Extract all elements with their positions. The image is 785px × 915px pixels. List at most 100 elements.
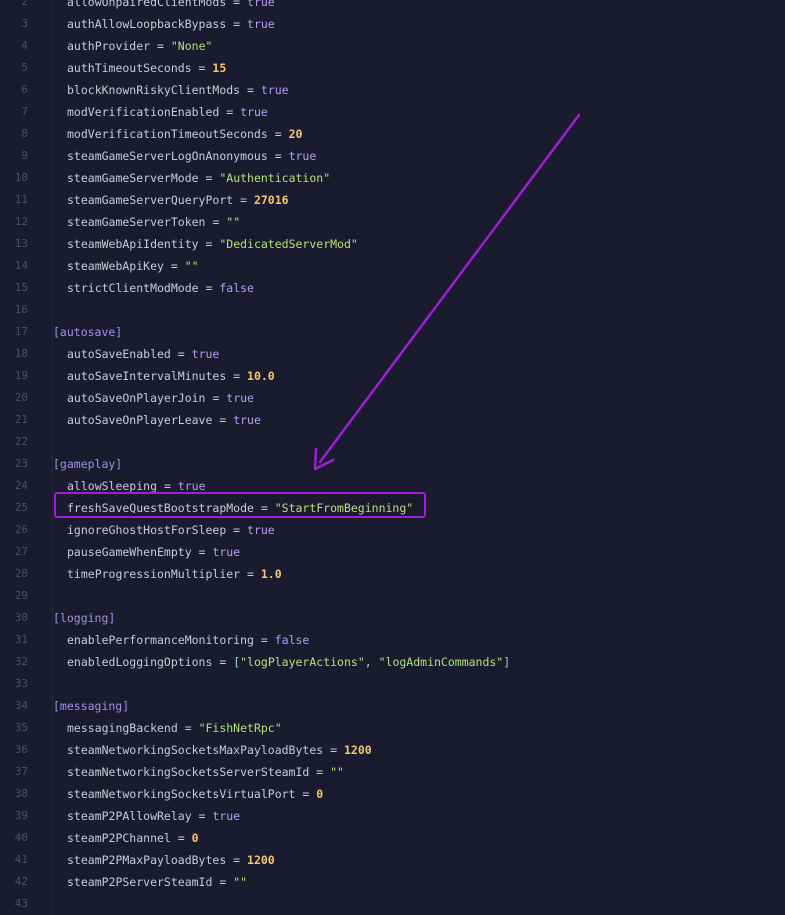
line-number: 25 [14, 501, 28, 514]
line-content: steamGameServerToken = "" [53, 211, 240, 233]
operator: = [212, 413, 234, 427]
code-line[interactable]: 5 authTimeoutSeconds = 15 [0, 57, 785, 79]
code-line[interactable]: 41 steamP2PMaxPayloadBytes = 1200 [0, 849, 785, 871]
section-header: [logging] [53, 611, 116, 625]
line-number: 22 [14, 435, 28, 448]
config-key: steamGameServerLogOnAnonymous [67, 149, 268, 163]
operator: = [191, 545, 213, 559]
code-line[interactable]: 32 enabledLoggingOptions = ["logPlayerAct… [0, 651, 785, 673]
code-editor[interactable]: 2 allowUnpairedClientMods = true 3 authAllo… [0, 0, 785, 915]
line-content: [messaging] [53, 695, 129, 717]
code-line[interactable]: 17 [autosave] [0, 321, 785, 343]
line-number: 5 [21, 61, 28, 74]
operator: = [205, 391, 227, 405]
line-number: 42 [14, 875, 28, 888]
code-line[interactable]: 8 modVerificationTimeoutSeconds = 20 [0, 123, 785, 145]
line-content: steamP2PChannel = 0 [53, 827, 199, 849]
code-line[interactable]: 30 [logging] [0, 607, 785, 629]
operator: = [226, 853, 248, 867]
line-content: modVerificationEnabled = true [53, 101, 268, 123]
code-line[interactable]: 31 enablePerformanceMonitoring = false [0, 629, 785, 651]
line-content: pauseGameWhenEmpty = true [53, 541, 240, 563]
config-key: autoSaveOnPlayerJoin [67, 391, 206, 405]
config-key: steamP2PServerSteamId [67, 875, 213, 889]
code-line[interactable]: 15 strictClientModMode = false [0, 277, 785, 299]
config-key: steamP2PAllowRelay [67, 809, 192, 823]
code-line[interactable]: 22 [0, 431, 785, 453]
code-line[interactable]: 27 pauseGameWhenEmpty = true [0, 541, 785, 563]
code-line[interactable]: 39 steamP2PAllowRelay = true [0, 805, 785, 827]
line-number: 15 [14, 281, 28, 294]
number-value: 0 [316, 787, 324, 801]
line-content: steamNetworkingSocketsServerSteamId = "" [53, 761, 344, 783]
code-line[interactable]: 21 autoSaveOnPlayerLeave = true [0, 409, 785, 431]
code-line[interactable]: 2 allowUnpairedClientMods = true [0, 0, 785, 13]
operator: = [295, 787, 317, 801]
config-key: authAllowLoopbackBypass [67, 17, 227, 31]
code-line[interactable]: 14 steamWebApiKey = "" [0, 255, 785, 277]
code-line[interactable]: 38 steamNetworkingSocketsVirtualPort = 0 [0, 783, 785, 805]
string-value: "logPlayerActions" [240, 655, 365, 669]
line-content: timeProgressionMultiplier = 1.0 [53, 563, 282, 585]
line-number: 31 [14, 633, 28, 646]
line-content: messagingBackend = "FishNetRpc" [53, 717, 282, 739]
code-line[interactable]: 19 autoSaveIntervalMinutes = 10.0 [0, 365, 785, 387]
section-header: [gameplay] [53, 457, 123, 471]
operator: = [212, 875, 234, 889]
code-line[interactable]: 9 steamGameServerLogOnAnonymous = true [0, 145, 785, 167]
config-key: pauseGameWhenEmpty [67, 545, 192, 559]
code-line[interactable]: 34 [messaging] [0, 695, 785, 717]
line-content: autoSaveOnPlayerJoin = true [53, 387, 254, 409]
string-value: "" [226, 215, 241, 229]
code-line[interactable]: 18 autoSaveEnabled = true [0, 343, 785, 365]
code-line[interactable]: 4 authProvider = "None" [0, 35, 785, 57]
code-line[interactable]: 7 modVerificationEnabled = true [0, 101, 785, 123]
config-key: authTimeoutSeconds [67, 61, 192, 75]
code-line[interactable]: 23 [gameplay] [0, 453, 785, 475]
bracket: ] [503, 655, 511, 669]
operator: = [309, 765, 331, 779]
boolean-value: true [212, 809, 241, 823]
code-line[interactable]: 43 [0, 893, 785, 915]
code-line[interactable]: 20 autoSaveOnPlayerJoin = true [0, 387, 785, 409]
line-content: authAllowLoopbackBypass = true [53, 13, 275, 35]
config-key: steamNetworkingSocketsVirtualPort [67, 787, 296, 801]
boolean-value: true [240, 105, 268, 119]
code-line[interactable]: 10 steamGameServerMode = "Authentication" [0, 167, 785, 189]
code-line[interactable]: 36 steamNetworkingSocketsMaxPayloadBytes … [0, 739, 785, 761]
operator: = [198, 171, 220, 185]
config-key: messagingBackend [67, 721, 178, 735]
config-key: enablePerformanceMonitoring [67, 633, 254, 647]
code-line[interactable]: 12 steamGameServerToken = "" [0, 211, 785, 233]
code-line[interactable]: 16 [0, 299, 785, 321]
code-line[interactable]: 29 [0, 585, 785, 607]
code-line[interactable]: 42 steamP2PServerSteamId = "" [0, 871, 785, 893]
line-number: 10 [14, 171, 28, 184]
line-number: 3 [21, 17, 28, 30]
line-number: 41 [14, 853, 28, 866]
code-line[interactable]: 11 steamGameServerQueryPort = 27016 [0, 189, 785, 211]
code-line[interactable]: 3 authAllowLoopbackBypass = true [0, 13, 785, 35]
code-line[interactable]: 13 steamWebApiIdentity = "DedicatedServer… [0, 233, 785, 255]
code-line[interactable]: 35 messagingBackend = "FishNetRpc" [0, 717, 785, 739]
line-number: 32 [14, 655, 28, 668]
code-line[interactable]: 26 ignoreGhostHostForSleep = true [0, 519, 785, 541]
section-header: [autosave] [53, 325, 123, 339]
code-line[interactable]: 33 [0, 673, 785, 695]
config-key: steamP2PMaxPayloadBytes [67, 853, 227, 867]
operator: = [226, 523, 248, 537]
line-number: 21 [14, 413, 28, 426]
operator: = [198, 281, 220, 295]
operator: = [323, 743, 344, 757]
code-lines[interactable]: 2 allowUnpairedClientMods = true 3 authAllo… [0, 0, 785, 915]
code-line[interactable]: 28 timeProgressionMultiplier = 1.0 [0, 563, 785, 585]
config-key: authProvider [67, 39, 151, 53]
code-line[interactable]: 37 steamNetworkingSocketsServerSteamId = … [0, 761, 785, 783]
line-content: steamP2PServerSteamId = "" [53, 871, 247, 893]
line-content: blockKnownRiskyClientMods = true [53, 79, 289, 101]
code-line[interactable]: 6 blockKnownRiskyClientMods = true [0, 79, 785, 101]
line-content: [logging] [53, 607, 115, 629]
operator: = [170, 831, 192, 845]
code-line[interactable]: 40 steamP2PChannel = 0 [0, 827, 785, 849]
line-number: 14 [14, 259, 28, 272]
